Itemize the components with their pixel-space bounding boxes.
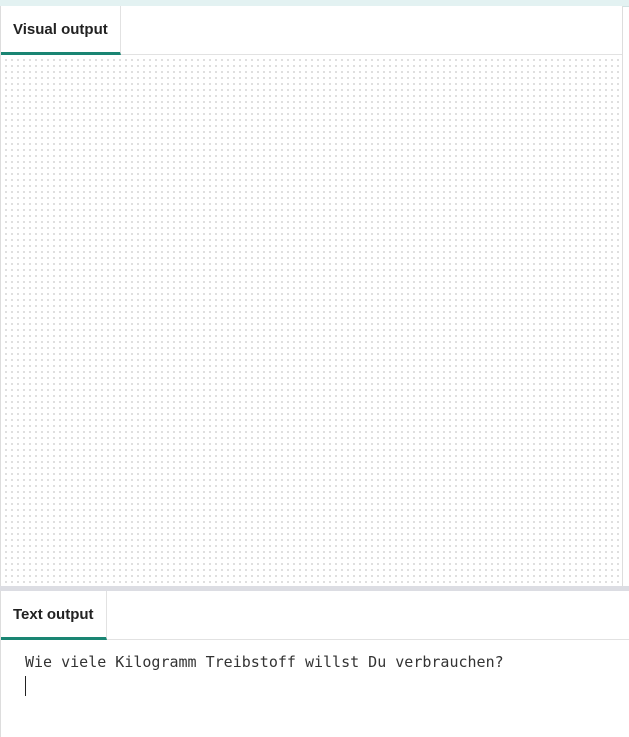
tab-text-output[interactable]: Text output (1, 591, 107, 640)
text-output-console[interactable]: Wie viele Kilogramm Treibstoff willst Du… (25, 651, 620, 696)
visual-output-canvas[interactable] (1, 55, 622, 586)
visual-output-tabbar: Visual output (1, 6, 622, 55)
console-prompt-line: Wie viele Kilogramm Treibstoff willst Du… (25, 653, 504, 671)
text-output-panel: Text output Wie viele Kilogramm Treibsto… (0, 591, 629, 737)
visual-output-panel: Visual output (0, 6, 623, 586)
text-cursor[interactable] (25, 676, 26, 696)
text-output-tabbar: Text output (1, 591, 629, 640)
tab-visual-output[interactable]: Visual output (1, 6, 121, 55)
